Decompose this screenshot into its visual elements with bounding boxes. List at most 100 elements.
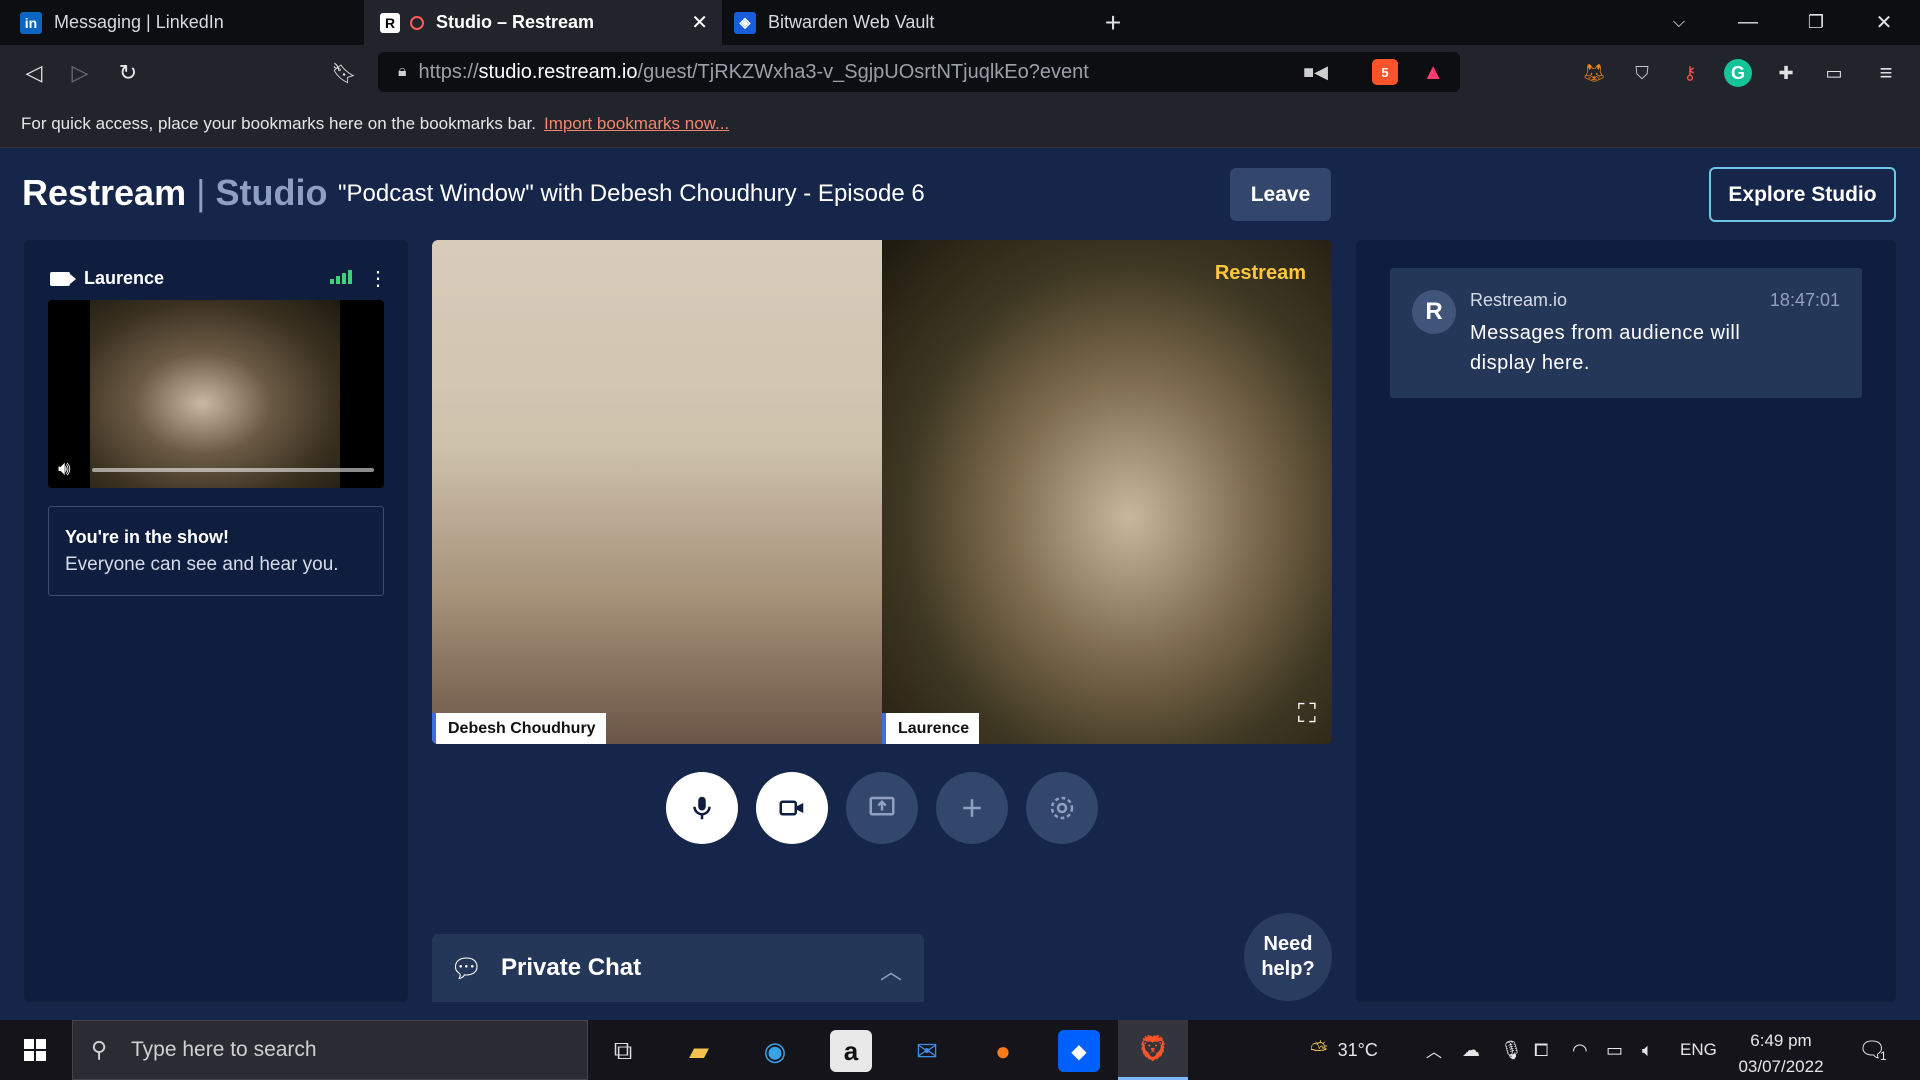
self-view-header: Laurence [50,268,164,289]
self-name: Laurence [84,268,165,288]
chat-bubble-icon: 💬︎ [450,952,484,983]
gear-icon [1050,796,1074,820]
restream-favicon-icon: R [380,12,400,33]
key-extension-icon[interactable]: ⚷ [1676,59,1704,87]
weather-icon: ⛅︎ [1310,1037,1328,1062]
bitwarden-icon: ◈ [734,11,756,34]
close-tab-icon[interactable]: ✕ [691,10,708,35]
bookmarks-bar: For quick access, place your bookmarks h… [0,100,1920,148]
close-window-button[interactable]: ✕ [1850,0,1918,45]
clock-time: 6:49 pm [1750,1031,1812,1050]
new-tab-button[interactable]: + [1079,0,1147,45]
notification-icon[interactable]: 🗨︎ 1 [1858,1020,1887,1080]
help-line1: Need [1263,933,1313,955]
extensions-puzzle-icon[interactable]: ✚ [1772,59,1800,87]
menu-icon[interactable]: ≡ [1872,59,1900,87]
taskbar-search-input[interactable]: ⚲ Type here to search [72,1020,588,1080]
logo-studio-text: Studio [215,172,328,213]
shield-extension-icon[interactable]: ⛉ [1628,59,1656,87]
microphone-tray-icon[interactable]: 🎙︎ [1500,1020,1523,1080]
need-help-button[interactable]: Need help? [1244,913,1332,1001]
clock-date: 03/07/2022 [1738,1057,1824,1077]
tab-label: Studio – Restream [436,12,595,32]
participant-name-tag: Laurence [882,713,980,744]
brave-taskbar-icon[interactable]: 🦁︎ [1118,1020,1188,1080]
brave-rewards-icon[interactable]: ▲ [1422,59,1444,85]
avatar: R [1412,290,1456,334]
video-camera-icon [779,800,804,816]
add-button[interactable] [936,772,1008,844]
forward-button[interactable]: ▷ [62,55,98,91]
battery-icon[interactable]: ▭ [1606,1020,1623,1080]
in-show-description: Everyone can see and hear you. [65,554,339,575]
url-host: studio.restream.io [478,60,638,83]
linkedin-icon: in [20,11,42,34]
chevron-up-icon[interactable]: ︿ [880,954,902,986]
tab-restream[interactable]: R Studio – Restream ✕ [364,0,722,45]
microphone-button[interactable] [666,772,738,844]
restore-button[interactable]: ❐ [1782,0,1850,45]
task-view-icon[interactable]: ⧉ [602,1030,644,1072]
dropbox-icon[interactable]: ◆ [1058,1030,1100,1072]
self-video-feed [90,300,340,488]
brave-shields-icon[interactable]: 5 [1372,59,1398,85]
participant-name-tag: Debesh Choudhury [432,713,606,744]
in-show-title: You're in the show! [65,527,229,547]
url-prefix: https:// [418,60,479,83]
windows-taskbar: ⚲ Type here to search ⧉ ▰ ◉ a ✉ ● ◆ 🦁︎ ⛅… [0,1020,1920,1080]
import-bookmarks-link[interactable]: Import bookmarks now... [544,114,729,134]
message-text: Messages from audience will display here… [1470,322,1741,374]
tab-list-chevron-icon[interactable]: ⌵ [1645,0,1713,45]
camera-button[interactable] [756,772,828,844]
minimize-button[interactable]: — [1714,0,1782,45]
self-video-preview: 🔊︎ [48,300,384,488]
logo-separator: | [196,172,206,213]
weather-widget[interactable]: ⛅︎ 31°C [1310,1020,1378,1080]
url-field[interactable]: 🔒︎ https://studio.restream.io/guest/TjRK… [378,52,1460,92]
brave-badge-count: 5 [1381,64,1389,80]
tray-chevron-icon[interactable]: ︿ [1426,1020,1442,1080]
firefox-icon[interactable]: ● [982,1030,1024,1072]
help-line2: help? [1261,958,1315,980]
volume-slider[interactable] [92,468,374,472]
speaker-icon[interactable]: 🔈︎ [1642,1020,1653,1080]
audience-chat-panel: R Restream.io 18:47:01 Messages from aud… [1356,240,1896,1002]
message-time: 18:47:01 [1769,290,1840,310]
participant-feed-laurence: Restream Laurence ⛶ [882,240,1332,744]
language-indicator[interactable]: ENG [1680,1020,1717,1080]
recording-icon [410,15,424,30]
taskbar-clock[interactable]: 6:49 pm 03/07/2022 [1716,1028,1846,1080]
settings-button[interactable] [1026,772,1098,844]
event-title: "Podcast Window" with Debesh Choudhury -… [338,180,925,207]
camera-permission-icon[interactable]: ■◀ [1303,62,1328,83]
logo-text: Restream [22,172,187,213]
plus-icon [963,799,981,817]
display-tray-icon[interactable]: ⧠ [1534,1020,1548,1080]
grammarly-icon[interactable]: G [1724,59,1752,87]
wifi-icon[interactable]: ◠ [1572,1020,1588,1080]
edge-browser-icon[interactable]: ◉ [754,1030,796,1072]
wallet-icon[interactable]: ▭ [1820,59,1848,87]
onedrive-icon[interactable]: ☁︎ [1462,1020,1480,1080]
private-chat-bar[interactable]: 💬︎ Private Chat ︿ [432,934,924,1002]
back-button[interactable]: ◁ [16,55,52,91]
screen-share-button[interactable] [846,772,918,844]
tab-bitwarden[interactable]: ◈ Bitwarden Web Vault [722,0,1082,45]
restream-watermark: Restream [1214,262,1306,284]
metamask-icon[interactable]: 🦊︎ [1580,59,1608,87]
reload-button[interactable]: ↻ [110,55,146,91]
file-explorer-icon[interactable]: ▰ [678,1030,720,1072]
explore-studio-button[interactable]: Explore Studio [1709,167,1896,222]
private-chat-label: Private Chat [501,954,642,981]
amazon-icon[interactable]: a [830,1030,872,1072]
mail-icon[interactable]: ✉ [906,1030,948,1072]
volume-icon[interactable]: 🔊︎ [58,458,71,481]
tab-linkedin[interactable]: in Messaging | LinkedIn [0,0,364,45]
windows-start-icon[interactable] [14,1029,56,1071]
fullscreen-icon[interactable]: ⛶ [1298,698,1316,730]
browser-tab-bar: in Messaging | LinkedIn R Studio – Restr… [0,0,1920,45]
weather-temp: 31°C [1337,1039,1378,1060]
leave-button[interactable]: Leave [1230,168,1331,221]
bookmark-icon[interactable]: 🔖︎ [326,55,362,91]
more-options-icon[interactable]: ⋮ [368,266,388,291]
